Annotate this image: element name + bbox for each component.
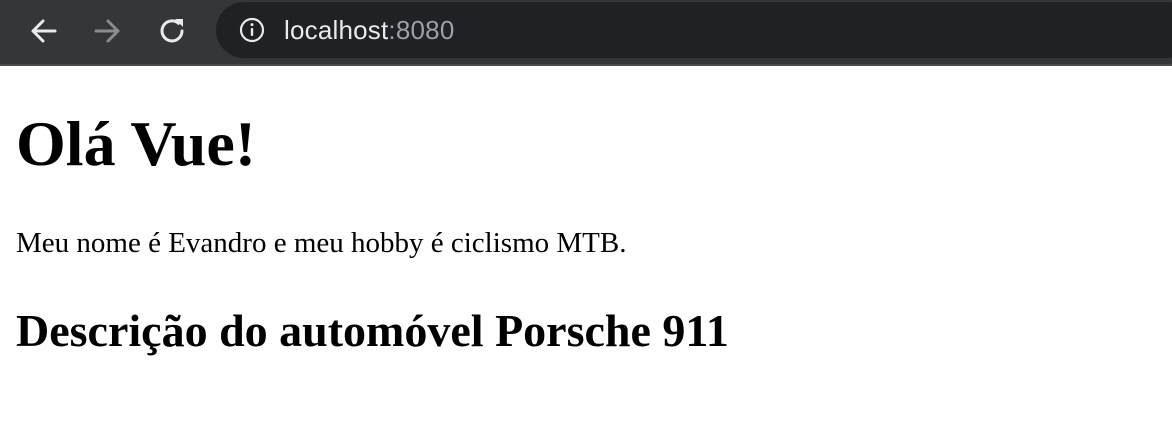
page-title: Olá Vue!	[16, 108, 257, 179]
reload-button[interactable]	[154, 13, 190, 49]
back-button[interactable]	[26, 13, 62, 49]
forward-button[interactable]	[89, 13, 125, 49]
info-circle-icon[interactable]	[238, 16, 266, 44]
page-content: Olá Vue! Meu nome é Evandro e meu hobby …	[0, 68, 1172, 430]
reload-icon	[160, 19, 184, 43]
arrow-left-icon	[31, 19, 57, 43]
arrow-right-icon	[94, 19, 120, 43]
browser-toolbar: localhost:8080	[0, 0, 1172, 66]
section-heading: Descrição do automóvel Porsche 911	[16, 305, 729, 356]
url-host: localhost	[284, 14, 389, 45]
url-port: :8080	[388, 14, 455, 45]
url-text[interactable]: localhost:8080	[284, 15, 455, 46]
intro-paragraph: Meu nome é Evandro e meu hobby é ciclism…	[16, 227, 627, 259]
address-bar[interactable]: localhost:8080	[216, 2, 1172, 58]
